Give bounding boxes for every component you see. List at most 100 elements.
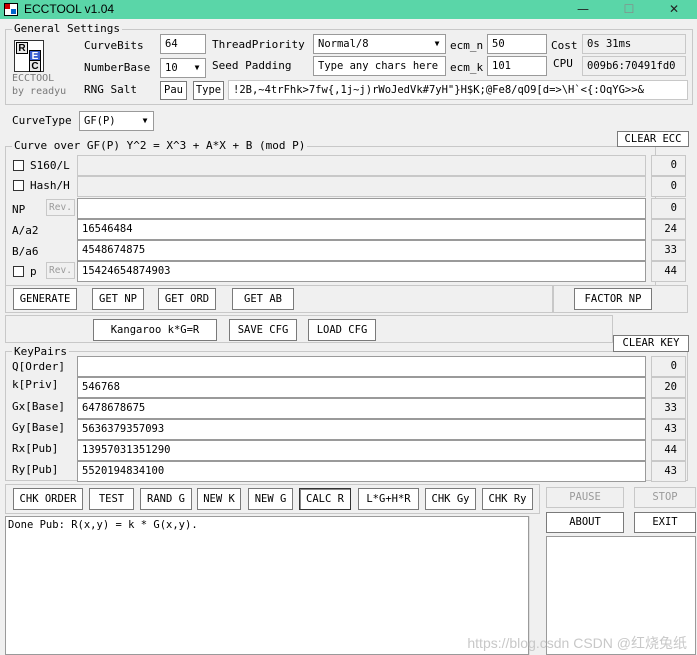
- clear-ecc-button[interactable]: CLEAR ECC: [617, 131, 689, 147]
- chk-order-button[interactable]: CHK ORDER: [13, 488, 83, 510]
- chk-ry-button[interactable]: CHK Ry: [482, 488, 533, 510]
- gx-base-input[interactable]: 6478678675: [77, 398, 646, 419]
- keypairs-legend: KeyPairs: [12, 345, 69, 358]
- p-input[interactable]: 15424654874903: [77, 261, 646, 282]
- q-order-input[interactable]: [77, 356, 646, 377]
- number-base-value: 10: [165, 62, 178, 74]
- thread-priority-label: ThreadPriority: [212, 38, 305, 51]
- rx-pub-count: 44: [651, 440, 686, 461]
- chk-gy-button[interactable]: CHK Gy: [425, 488, 476, 510]
- number-base-label: NumberBase: [84, 61, 151, 74]
- stop-button[interactable]: STOP: [634, 487, 696, 508]
- seed-padding-label: Seed Padding: [212, 59, 292, 72]
- kangaroo-button[interactable]: Kangaroo k*G=R: [93, 319, 217, 341]
- new-k-button[interactable]: NEW K: [197, 488, 241, 510]
- rx-pub-label: Rx[Pub]: [12, 442, 59, 455]
- generate-button[interactable]: GENERATE: [13, 288, 77, 310]
- np-rev-button[interactable]: Rev.: [46, 199, 75, 216]
- p-label: p: [30, 265, 37, 278]
- s160-count: 0: [651, 155, 686, 176]
- curve-bits-input[interactable]: 64: [160, 34, 206, 54]
- s160-label: S160/L: [30, 159, 70, 172]
- p-rev-button[interactable]: Rev.: [46, 262, 75, 279]
- logo-letter-c: C: [29, 60, 41, 72]
- general-settings-legend: General Settings: [12, 22, 122, 35]
- np-label: NP: [12, 203, 26, 216]
- chevron-down-icon[interactable]: ▼: [189, 59, 205, 77]
- get-np-button[interactable]: GET NP: [92, 288, 144, 310]
- minimize-icon[interactable]: —: [560, 0, 606, 19]
- ecm-k-label: ecm_k: [450, 61, 484, 74]
- close-icon[interactable]: ✕: [651, 0, 697, 19]
- gy-base-label: Gy[Base]: [12, 421, 65, 434]
- curve-bits-label: CurveBits: [84, 39, 144, 52]
- gx-base-label: Gx[Base]: [12, 400, 65, 413]
- chevron-down-icon[interactable]: ▼: [137, 112, 153, 130]
- ecm-n-input[interactable]: 50: [487, 34, 547, 54]
- load-cfg-button[interactable]: LOAD CFG: [308, 319, 376, 341]
- a-count: 24: [651, 219, 686, 240]
- exit-button[interactable]: EXIT: [634, 512, 696, 533]
- seed-padding-input[interactable]: Type any chars here: [313, 56, 446, 76]
- rand-g-button[interactable]: RAND G: [140, 488, 192, 510]
- get-ab-button[interactable]: GET AB: [232, 288, 294, 310]
- np-count: 0: [651, 198, 686, 219]
- gx-base-count: 33: [651, 398, 686, 419]
- maximize-icon[interactable]: ☐: [606, 0, 652, 19]
- ry-pub-label: Ry[Pub]: [12, 463, 59, 476]
- b-label: B/a6: [12, 245, 39, 258]
- log-output[interactable]: Done Pub: R(x,y) = k * G(x,y).: [5, 516, 529, 655]
- get-ord-button[interactable]: GET ORD: [158, 288, 216, 310]
- chevron-down-icon[interactable]: ▼: [429, 35, 445, 53]
- ecm-k-input[interactable]: 101: [487, 56, 547, 76]
- about-button[interactable]: ABOUT: [546, 512, 624, 533]
- pau-button[interactable]: Pau: [160, 81, 187, 100]
- k-priv-count: 20: [651, 377, 686, 398]
- title-bar[interactable]: ECCTOOL v1.04 — ☐ ✕: [0, 0, 697, 19]
- test-button[interactable]: TEST: [89, 488, 134, 510]
- watermark: https://blog.csdn CSDN @红烧兔纸: [467, 635, 687, 651]
- clear-key-button[interactable]: CLEAR KEY: [613, 335, 689, 352]
- k-priv-label: k[Priv]: [12, 378, 59, 391]
- type-button[interactable]: Type: [193, 81, 224, 100]
- log-text: Done Pub: R(x,y) = k * G(x,y).: [8, 519, 198, 531]
- number-base-select[interactable]: 10 ▼: [160, 58, 206, 78]
- cpu-label: CPU: [553, 57, 573, 70]
- curve-type-select[interactable]: GF(P) ▼: [79, 111, 154, 131]
- lgh-button[interactable]: L*G+H*R: [358, 488, 419, 510]
- b-input[interactable]: 4548674875: [77, 240, 646, 261]
- cost-value: 0s 31ms: [582, 34, 686, 54]
- k-priv-input[interactable]: 546768: [77, 377, 646, 398]
- logo-caption: ECCTOOL: [12, 73, 55, 84]
- hash-count: 0: [651, 176, 686, 197]
- rx-pub-input[interactable]: 13957031351290: [77, 440, 646, 461]
- factor-np-button[interactable]: FACTOR NP: [574, 288, 652, 310]
- new-g-button[interactable]: NEW G: [248, 488, 293, 510]
- b-count: 33: [651, 240, 686, 261]
- calc-r-button[interactable]: CALC R: [299, 488, 351, 510]
- np-input[interactable]: [77, 198, 646, 219]
- hash-value: [77, 176, 646, 197]
- gy-base-input[interactable]: 5636379357093: [77, 419, 646, 440]
- hash-checkbox[interactable]: [13, 180, 24, 191]
- pause-button[interactable]: PAUSE: [546, 487, 624, 508]
- p-checkbox[interactable]: [13, 266, 24, 277]
- save-cfg-button[interactable]: SAVE CFG: [229, 319, 297, 341]
- logo-letter-r: R: [16, 42, 28, 54]
- rng-salt-value[interactable]: !2B,~4trFhk>7fw{,1j~j)rWoJedVk#7yH"}H$K;…: [228, 80, 688, 100]
- ry-pub-input[interactable]: 5520194834100: [77, 461, 646, 482]
- s160-checkbox[interactable]: [13, 160, 24, 171]
- q-order-label: Q[Order]: [12, 360, 65, 373]
- curve-legend: Curve over GF(P) Y^2 = X^3 + A*X + B (mo…: [12, 139, 308, 152]
- s160-value: [77, 155, 646, 176]
- rng-salt-label: RNG Salt: [84, 83, 137, 96]
- a-label: A/a2: [12, 224, 39, 237]
- p-count: 44: [651, 261, 686, 282]
- thread-priority-select[interactable]: Normal/8 ▼: [313, 34, 446, 54]
- a-input[interactable]: 16546484: [77, 219, 646, 240]
- ecm-n-label: ecm_n: [450, 39, 484, 52]
- window-title: ECCTOOL v1.04: [24, 2, 115, 16]
- logo-author: by readyu: [12, 86, 67, 97]
- cost-label: Cost: [551, 39, 578, 52]
- hash-label: Hash/H: [30, 179, 70, 192]
